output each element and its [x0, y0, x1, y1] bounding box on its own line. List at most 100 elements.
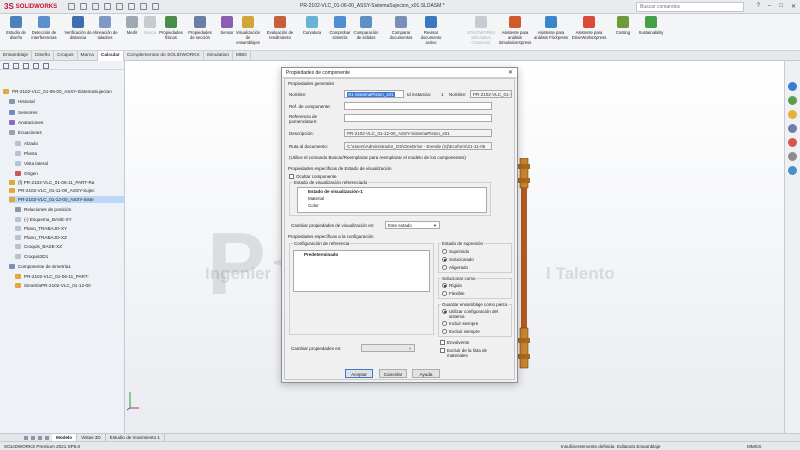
ribbon-button[interactable]: Asistente para DriveWorksXpress — [571, 16, 607, 40]
tree-item[interactable]: Plano_TRABAJO-XY — [15, 225, 67, 232]
component-name-field[interactable]: S1-SistemaPiston_x01 — [344, 90, 404, 98]
maximize-icon[interactable]: □ — [779, 3, 783, 10]
ribbon-button[interactable]: Asistente para análisis SimulationXpress — [497, 16, 533, 45]
tree-item[interactable]: Anotaciones — [9, 119, 43, 126]
tab-bottom[interactable]: Vistas 3D — [77, 434, 106, 441]
help-button[interactable]: Ayuda — [412, 369, 440, 378]
dimxpert-icon[interactable] — [33, 63, 39, 69]
suppressed-radio[interactable] — [442, 249, 447, 254]
tab-command[interactable]: Complementos de SOLIDWORKS — [124, 51, 204, 61]
file-explorer-icon[interactable] — [787, 110, 797, 119]
ribbon-button[interactable]: Costing — [609, 16, 637, 35]
ribbon-button[interactable]: Comparación de sólidos — [352, 16, 380, 40]
tab-command[interactable]: Croquis — [54, 51, 78, 61]
tab-bottom[interactable]: Estudio de movimiento 1 — [106, 434, 165, 441]
next-tab-icon[interactable] — [38, 436, 42, 440]
help-icon[interactable]: ? — [757, 3, 760, 10]
lightweight-radio[interactable] — [442, 265, 447, 270]
ribbon-button[interactable]: Asistente para análisis FloXpress — [533, 16, 569, 40]
configuration-list[interactable]: Predeterminado — [293, 250, 430, 292]
last-tab-icon[interactable] — [45, 436, 49, 440]
undo-icon[interactable] — [116, 3, 123, 10]
rebuild-icon[interactable] — [140, 3, 147, 10]
search-commands[interactable] — [636, 2, 744, 12]
forum-icon[interactable] — [787, 166, 797, 175]
tree-item[interactable]: PR-2102-VLC_01-06-11_PART- — [15, 273, 89, 280]
close-icon[interactable]: ✕ — [791, 3, 796, 10]
ribbon-button[interactable]: Verificación de distancia — [64, 16, 92, 40]
tree-item[interactable]: SimetríaPR-2102-VLC_01-12-00 — [15, 282, 91, 289]
tree-item[interactable]: Croquis_BASE-XZ — [15, 243, 62, 250]
prev-tab-icon[interactable] — [31, 436, 35, 440]
display-state-item[interactable]: Estado de visualización-1 — [308, 189, 363, 194]
change-properties-dropdown[interactable]: ▼ — [361, 344, 415, 352]
custom-properties-icon[interactable] — [787, 152, 797, 161]
description-field[interactable]: PR-2102-VLC_01-12-00_ASSY-SistemaPiston_… — [344, 129, 492, 137]
options-icon[interactable] — [152, 3, 159, 10]
flexible-radio[interactable] — [442, 291, 447, 296]
ok-button[interactable]: Aceptar — [345, 369, 373, 378]
solidworks-resources-icon[interactable] — [787, 82, 797, 91]
minimize-icon[interactable]: – — [768, 3, 771, 10]
envelope-checkbox[interactable] — [440, 340, 445, 345]
tab-command[interactable]: MBD — [233, 51, 251, 61]
full-name-field[interactable]: PR-2102-VLC_01-1 — [470, 90, 512, 98]
tree-item[interactable]: Plano_TRABAJO-XZ — [15, 234, 67, 241]
tree-item[interactable]: Croquis3D1 — [15, 253, 48, 260]
dialog-close-icon[interactable]: ✕ — [508, 69, 513, 76]
configuration-manager-icon[interactable] — [23, 63, 29, 69]
solidworks-logo[interactable]: 3S SOLIDWORKS — [4, 1, 62, 13]
first-tab-icon[interactable] — [24, 436, 28, 440]
tab-command[interactable]: Marca — [78, 51, 98, 61]
appearances-icon[interactable] — [787, 138, 797, 147]
save-icon[interactable] — [92, 3, 99, 10]
ribbon-button[interactable]: Revisar documento activo — [417, 16, 445, 45]
tree-item[interactable]: PR-2102-VLC_01-06-00_ASSY-SistemaSujecio… — [3, 88, 112, 95]
status-units[interactable]: MMGS — [747, 444, 761, 449]
bom-reference-field[interactable] — [344, 114, 492, 122]
ribbon-button[interactable]: Sustainability — [637, 16, 665, 35]
ribbon-button[interactable]: Alineación de taladros — [91, 16, 119, 40]
tab-command[interactable]: Ensamblaje — [0, 51, 33, 61]
assembly-model[interactable] — [518, 158, 530, 378]
ribbon-button[interactable]: Detección de interferencias — [30, 16, 58, 40]
tab-command[interactable]: Calcular — [97, 51, 124, 61]
display-manager-icon[interactable] — [43, 63, 49, 69]
tree-item[interactable]: Sensores — [9, 109, 37, 116]
exclude-bom-checkbox[interactable] — [440, 348, 445, 353]
open-file-icon[interactable] — [80, 3, 87, 10]
ribbon-button[interactable]: SOLIDWORKS Simulation Connector — [461, 16, 501, 45]
search-input[interactable] — [640, 4, 730, 10]
tree-item[interactable]: Componente de simetría1 — [9, 263, 71, 270]
tree-item[interactable]: Planta — [15, 150, 37, 157]
tree-item[interactable]: Relaciones de posición — [15, 206, 71, 213]
display-state-item[interactable]: Color — [308, 203, 319, 208]
tree-item[interactable]: PR-2102-VLC_01-12-00_ASSY-Siste — [9, 196, 125, 203]
ribbon-button[interactable]: Propiedades físicas — [157, 16, 185, 40]
design-library-icon[interactable] — [787, 96, 797, 105]
tree-item[interactable]: (f) PR-2102-VLC_01-06-11_PART-Ra — [9, 179, 94, 186]
tab-command[interactable]: Diseño — [32, 51, 55, 61]
tree-item[interactable]: Ecuaciones — [9, 129, 42, 136]
change-display-dropdown[interactable]: Este estado ▼ — [385, 221, 440, 229]
tree-item[interactable]: Vista lateral — [15, 160, 48, 167]
select-icon[interactable] — [128, 3, 135, 10]
ribbon-button[interactable]: Comprobar simetría — [326, 16, 354, 40]
ribbon-button[interactable]: Curvatura — [298, 16, 326, 35]
new-file-icon[interactable] — [68, 3, 75, 10]
use-system-setting-radio[interactable] — [442, 309, 447, 314]
tree-item[interactable]: (-) Esquema_BASE-XY — [15, 216, 72, 223]
ribbon-button[interactable]: Comparar documentos — [387, 16, 415, 40]
tab-command[interactable]: Simulation — [204, 51, 233, 61]
display-state-item[interactable]: Material — [308, 196, 324, 201]
hide-component-checkbox[interactable] — [289, 174, 294, 179]
configuration-item[interactable]: Predeterminado — [304, 252, 338, 257]
document-path-field[interactable]: C:\Users\Administrador_DS\OneDrive - Ere… — [344, 142, 492, 150]
tree-item[interactable]: PR-2102-VLC_01-11-00_ASSY-Sujec — [9, 187, 95, 194]
component-reference-field[interactable] — [344, 102, 492, 110]
view-palette-icon[interactable] — [787, 124, 797, 133]
ribbon-button[interactable]: Evaluación de rendimiento — [266, 16, 294, 40]
tree-item[interactable]: Origen — [15, 170, 38, 177]
ribbon-button[interactable]: Propiedades de sección — [186, 16, 214, 40]
tree-item[interactable]: Alzado — [15, 140, 38, 147]
